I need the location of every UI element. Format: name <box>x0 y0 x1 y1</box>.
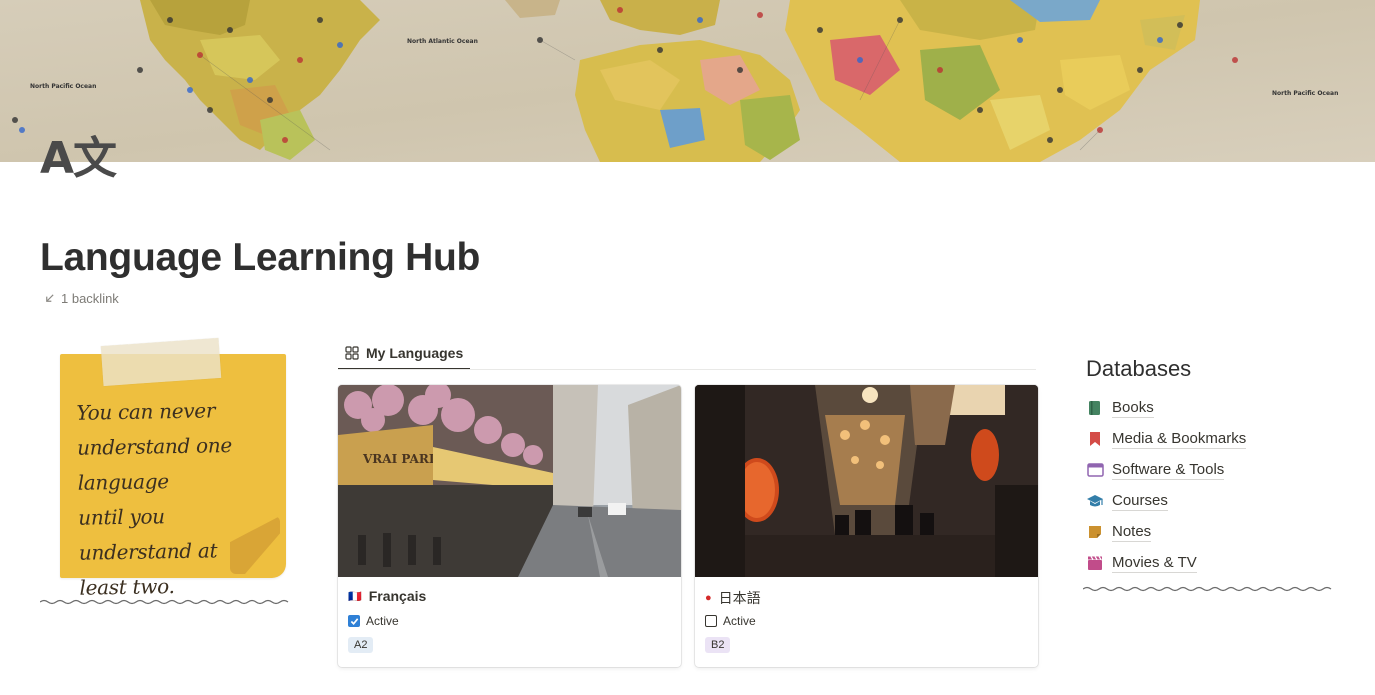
cover-image[interactable]: North Atlantic Ocean North Pacific Ocean… <box>0 0 1375 162</box>
tokyo-alley-photo <box>695 385 1038 577</box>
active-checkbox[interactable] <box>348 615 360 627</box>
gallery-card-francais[interactable]: VRAI PARIS 🇫🇷 Français Active A2 <box>338 385 681 667</box>
database-link-label: Books <box>1112 398 1154 418</box>
arrow-down-left-icon <box>46 294 54 302</box>
level-tag: B2 <box>705 637 731 653</box>
quote-text: You can never understand one language un… <box>76 392 280 605</box>
level-tag: A2 <box>348 637 374 653</box>
tab-divider <box>338 369 1036 370</box>
card-title: 🇫🇷 Français <box>348 588 426 604</box>
page-icon[interactable]: A文 <box>40 134 117 184</box>
database-link-label: Courses <box>1112 491 1168 511</box>
database-link-notes[interactable]: Notes <box>1086 516 1246 547</box>
ocean-label: North Pacific Ocean <box>1272 90 1338 97</box>
active-label: Active <box>366 614 399 628</box>
card-title-text: Français <box>368 588 427 604</box>
gallery-grid-icon <box>345 346 359 360</box>
tape <box>100 337 222 387</box>
squiggle-divider <box>1083 586 1332 592</box>
active-checkbox[interactable] <box>705 615 717 627</box>
quote-line: until you understand at <box>78 504 218 565</box>
ocean-label: North Atlantic Ocean <box>407 38 478 45</box>
france-flag-icon: 🇫🇷 <box>348 590 362 603</box>
active-property: Active <box>705 614 756 628</box>
database-link-movies-tv[interactable]: Movies & TV <box>1086 547 1246 578</box>
check-icon <box>350 617 358 625</box>
card-cover-image <box>695 385 1038 577</box>
graduation-cap-icon <box>1086 492 1104 510</box>
world-map-illustration: North Atlantic Ocean North Pacific Ocean… <box>0 0 1375 162</box>
database-link-media-bookmarks[interactable]: Media & Bookmarks <box>1086 423 1247 454</box>
clapperboard-icon <box>1086 554 1104 572</box>
japan-flag-icon: ● <box>705 592 712 604</box>
tab-label: My Languages <box>366 345 464 361</box>
database-link-label: Software & Tools <box>1112 460 1225 480</box>
card-title: ● 日本語 <box>705 588 761 608</box>
ocean-label: North Pacific Ocean <box>30 83 96 90</box>
database-link-label: Movies & TV <box>1112 553 1197 573</box>
tab-my-languages[interactable]: My Languages <box>338 338 471 370</box>
database-link-label: Notes <box>1112 522 1152 542</box>
quote-note-image: You can never understand one language un… <box>58 337 290 600</box>
browser-window-icon <box>1086 461 1104 479</box>
active-label: Active <box>723 614 756 628</box>
databases-list: Books Media & Bookmarks Software & Tools… <box>1086 392 1247 578</box>
database-link-books[interactable]: Books <box>1086 392 1246 423</box>
gallery-card-japanese[interactable]: ● 日本語 Active B2 <box>695 385 1038 667</box>
active-property: Active <box>348 614 399 628</box>
database-link-label: Media & Bookmarks <box>1112 429 1247 449</box>
note-icon <box>1086 523 1104 541</box>
squiggle-divider <box>40 599 289 605</box>
backlink-button[interactable]: 1 backlink <box>44 291 119 306</box>
bookmark-icon <box>1086 430 1104 448</box>
backlink-label: 1 backlink <box>61 291 119 306</box>
database-link-software-tools[interactable]: Software & Tools <box>1086 454 1246 485</box>
quote-line: understand one language <box>76 433 233 495</box>
cafe-sign-text: VRAI PARIS <box>362 452 443 466</box>
database-link-courses[interactable]: Courses <box>1086 485 1246 516</box>
paris-street-photo: VRAI PARIS <box>338 385 681 577</box>
databases-heading: Databases <box>1086 356 1192 381</box>
card-cover-image: VRAI PARIS <box>338 385 681 577</box>
card-title-text: 日本語 <box>718 590 761 606</box>
page-title[interactable]: Language Learning Hub <box>40 236 480 280</box>
book-icon <box>1086 399 1104 417</box>
quote-line: You can never <box>76 398 216 425</box>
